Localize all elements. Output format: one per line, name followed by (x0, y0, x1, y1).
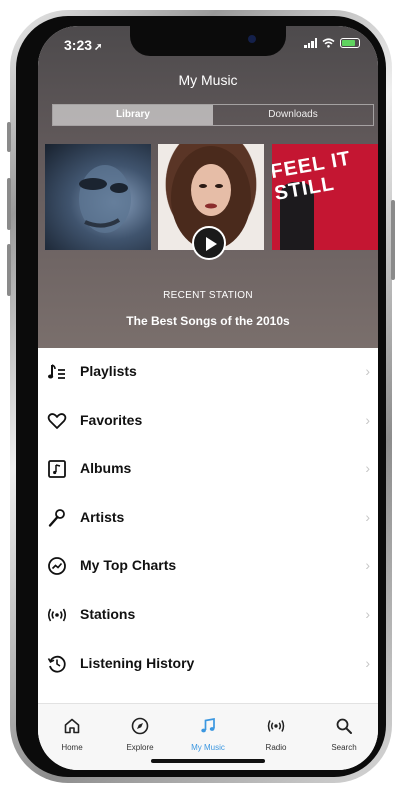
playlist-icon (48, 364, 65, 379)
home-icon (64, 718, 80, 734)
compass-icon (131, 717, 149, 735)
battery-icon (340, 38, 360, 48)
chevron-right-icon: › (365, 508, 370, 525)
album-art-3[interactable]: FEEL IT STILL (272, 144, 378, 250)
menu-item-playlists[interactable]: Playlists › (38, 348, 378, 397)
menu-item-artists[interactable]: Artists › (38, 494, 378, 543)
tab-library[interactable]: Library (53, 105, 213, 125)
hero-section: 3:23 ➚ My Music Library Downloads FEEL I… (38, 26, 378, 348)
microphone-icon (48, 508, 65, 527)
chevron-right-icon: › (365, 557, 370, 574)
album-icon (48, 460, 66, 479)
side-button-volume-down (7, 244, 11, 296)
status-time: 3:23 ➚ (64, 37, 103, 53)
album-art-1[interactable] (45, 144, 151, 250)
recent-station-label: RECENT STATION (163, 290, 253, 301)
side-button-power (391, 200, 395, 280)
home-indicator[interactable] (151, 759, 265, 763)
signal-icon (304, 38, 317, 48)
radio-waves-icon (47, 608, 67, 622)
status-icons (304, 38, 360, 48)
radio-icon (267, 720, 285, 732)
side-button-volume-up (7, 178, 11, 230)
camera-icon (248, 35, 256, 43)
page-title: My Music (178, 72, 238, 88)
heart-icon (47, 412, 67, 429)
notch (130, 26, 286, 56)
menu-item-stations[interactable]: Stations › (38, 591, 378, 640)
album-art-1-image (79, 165, 131, 233)
chevron-right-icon: › (365, 654, 370, 671)
tab-downloads[interactable]: Downloads (213, 105, 373, 125)
tab-search[interactable]: Search (310, 704, 378, 770)
chevron-right-icon: › (365, 363, 370, 379)
screen: 3:23 ➚ My Music Library Downloads FEEL I… (38, 26, 378, 770)
menu-item-albums[interactable]: Albums › (38, 445, 378, 494)
chevron-right-icon: › (365, 411, 370, 428)
chevron-right-icon: › (365, 605, 370, 622)
location-arrow-icon: ➚ (94, 42, 103, 53)
recent-station-name[interactable]: The Best Songs of the 2010s (38, 314, 378, 328)
menu-item-listening-history[interactable]: Listening History › (38, 640, 378, 689)
chart-icon (48, 557, 66, 576)
chevron-right-icon: › (365, 460, 370, 477)
album-art-3-lettering: FEEL IT STILL (272, 147, 353, 205)
history-icon (47, 655, 66, 673)
library-menu: Playlists › Favorites › Albums › Artists… (38, 348, 378, 688)
menu-item-top-charts[interactable]: My Top Charts › (38, 542, 378, 591)
wifi-icon (322, 38, 335, 48)
menu-item-favorites[interactable]: Favorites › (38, 397, 378, 446)
tab-home[interactable]: Home (38, 704, 106, 770)
segmented-control: Library Downloads (52, 104, 374, 126)
side-button-mute (7, 122, 11, 152)
play-button[interactable] (192, 226, 226, 260)
search-icon (336, 718, 352, 734)
music-note-icon (201, 717, 215, 733)
